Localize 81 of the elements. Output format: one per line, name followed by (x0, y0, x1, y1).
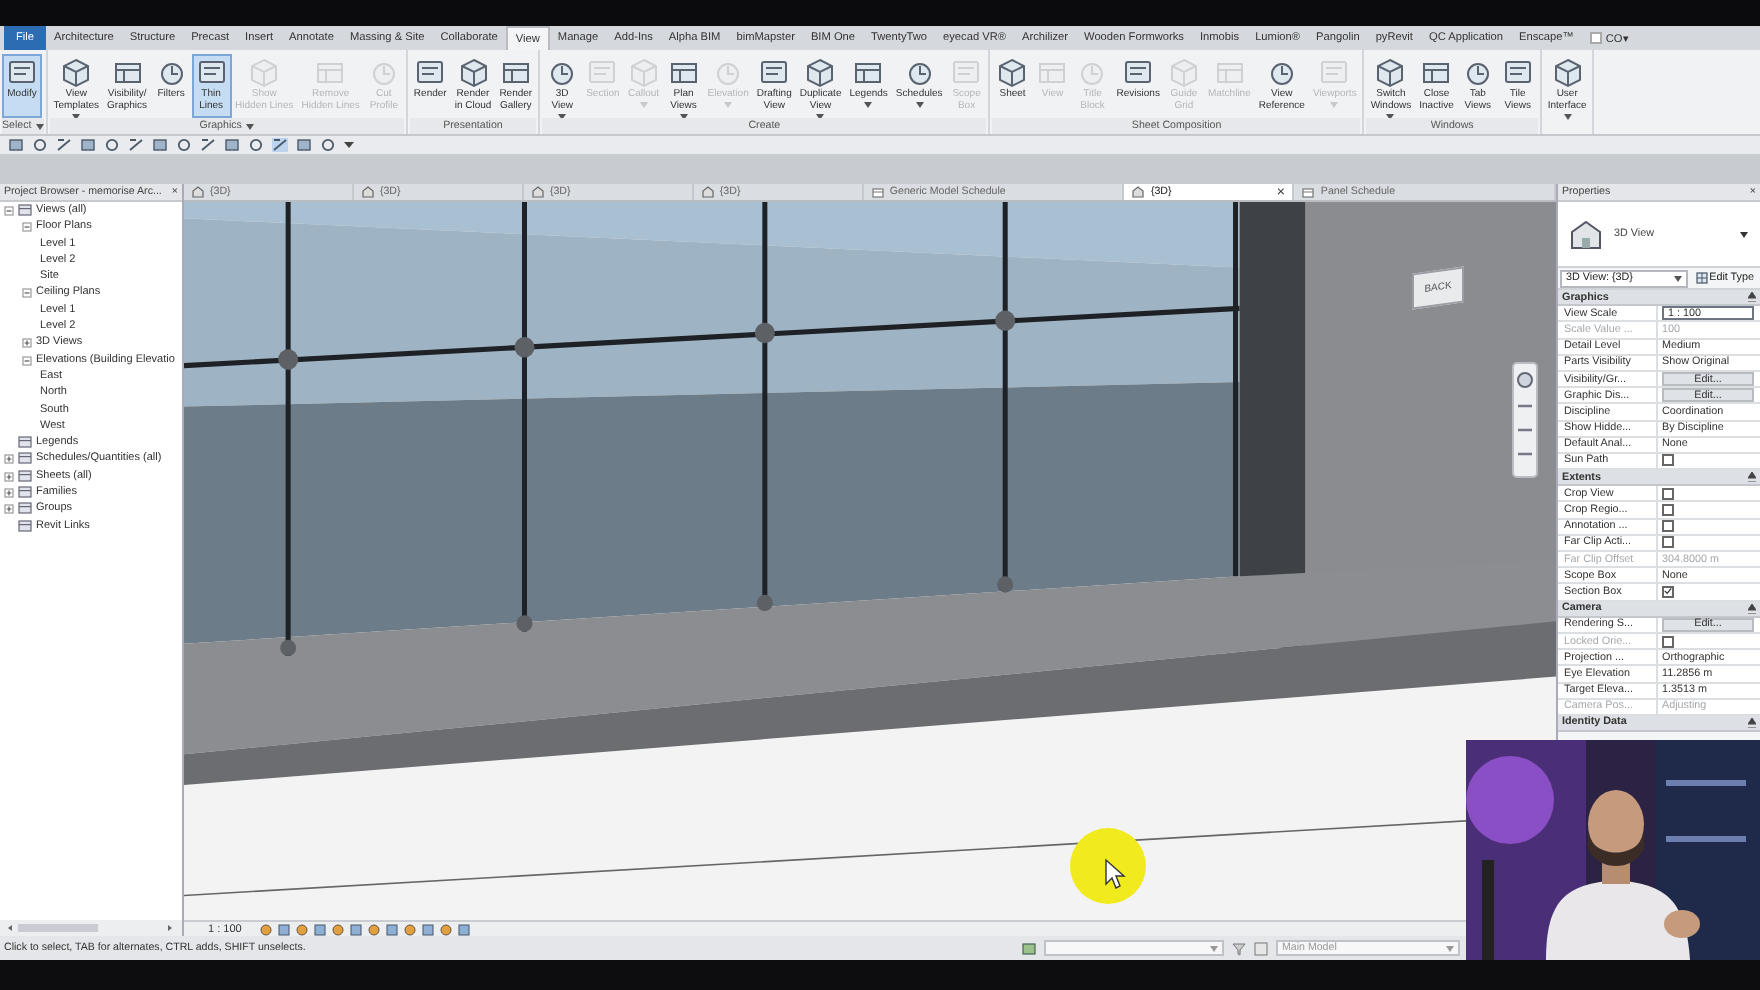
tool-icon (367, 58, 400, 88)
tool-icon (1265, 58, 1298, 88)
check-icon (1664, 586, 1672, 597)
category-icon (18, 486, 32, 499)
category-icon (18, 502, 32, 515)
tool-icon (155, 58, 188, 88)
navigation-bar[interactable] (1512, 362, 1538, 478)
tool-icon (546, 58, 579, 88)
tool-icon (248, 58, 281, 88)
schedule-icon (1302, 187, 1315, 197)
checkbox[interactable] (1662, 487, 1674, 500)
tool-icon (1420, 58, 1453, 88)
expand-icon[interactable] (4, 504, 14, 515)
workset-field[interactable] (1044, 940, 1224, 956)
caret-icon (1740, 231, 1748, 237)
tool-icon (1501, 58, 1534, 88)
tool-icon (1374, 58, 1407, 88)
caret-icon (35, 123, 44, 129)
caret-icon (864, 101, 873, 108)
caret-icon (1446, 945, 1454, 951)
tool-icon (499, 58, 532, 88)
tool-icon (1318, 58, 1351, 88)
collapse-icon[interactable] (1748, 717, 1756, 728)
tool-icon (996, 58, 1029, 88)
checkbox[interactable] (1662, 454, 1674, 467)
tool-icon (314, 58, 347, 88)
caret-icon[interactable] (344, 138, 354, 152)
tool-icon (195, 58, 228, 88)
scroll-bar[interactable] (6, 922, 174, 934)
expand-icon[interactable] (4, 471, 14, 482)
box-icon (1589, 32, 1602, 44)
tool-icon (758, 58, 791, 88)
house-icon (1570, 219, 1602, 249)
tool-icon (111, 58, 144, 88)
filter-icon (1232, 941, 1246, 955)
category-icon (18, 519, 32, 532)
expand-icon[interactable] (4, 454, 14, 465)
checkbox[interactable] (1662, 504, 1674, 517)
edit-type-icon (1695, 272, 1708, 284)
tool-icon (903, 58, 936, 88)
caret-icon (1563, 113, 1572, 120)
tool-icon (627, 58, 660, 88)
expand-icon[interactable] (22, 338, 32, 349)
tool-icon (60, 58, 93, 88)
tool-icon (1167, 58, 1200, 88)
cursor-highlight (1068, 826, 1148, 906)
tool-icon (414, 58, 447, 88)
tool-icon (950, 58, 983, 88)
caret-icon (639, 101, 648, 108)
design-options-icon (1254, 941, 1268, 955)
collapse-icon[interactable] (1748, 603, 1756, 614)
caret-icon (1210, 945, 1218, 951)
category-icon (18, 436, 32, 449)
tool-icon (1551, 58, 1584, 88)
tool-icon (6, 58, 38, 88)
checkbox[interactable] (1662, 520, 1674, 533)
checkbox[interactable] (1662, 585, 1674, 598)
expand-icon[interactable] (4, 488, 14, 499)
workset-icon (1022, 941, 1036, 955)
tool-icon (1036, 58, 1069, 88)
schedule-icon (871, 187, 884, 197)
collapse-icon[interactable] (1748, 472, 1756, 483)
caret-icon (724, 101, 733, 108)
category-icon (18, 452, 32, 465)
tool-icon (457, 58, 489, 88)
tool-icon (667, 58, 700, 88)
caret-icon (1330, 101, 1339, 108)
tool-icon (1213, 58, 1246, 88)
checkbox[interactable] (1662, 536, 1674, 549)
caret-icon (1673, 275, 1682, 281)
caret-icon (915, 101, 924, 108)
tool-icon (1461, 58, 1494, 88)
collapse-icon[interactable] (1748, 292, 1756, 303)
tool-icon (712, 58, 745, 88)
tool-icon (586, 58, 619, 88)
tool-icon (1122, 58, 1155, 88)
tool-icon (1076, 58, 1109, 88)
tool-icon (804, 58, 837, 88)
caret-icon (245, 123, 254, 129)
tool-icon (852, 58, 885, 88)
category-icon (18, 469, 32, 482)
